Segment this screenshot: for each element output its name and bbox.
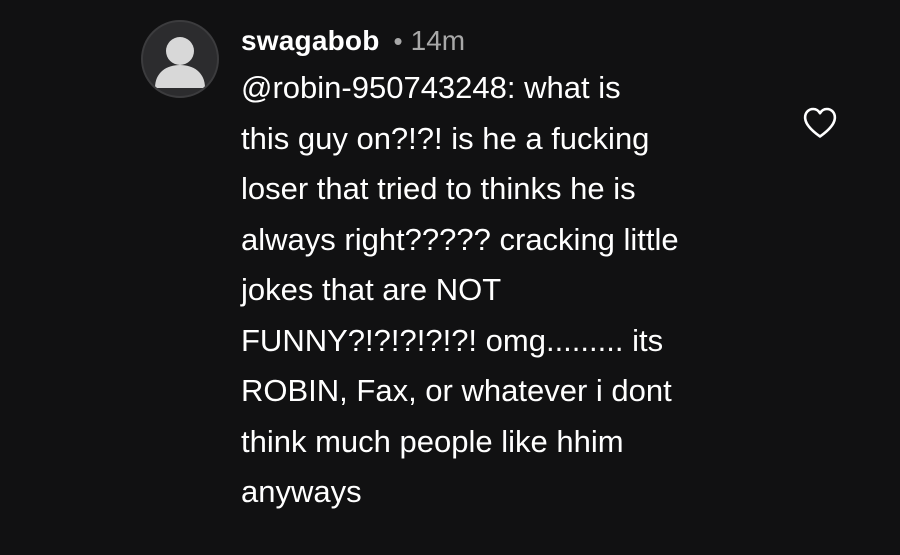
heart-outline-icon — [803, 107, 837, 138]
comment-text-line: loser that tried to thinks he is — [241, 171, 636, 206]
comment-header: swagabob • 14m — [241, 21, 465, 61]
username-link[interactable]: swagabob — [241, 25, 380, 57]
avatar[interactable] — [141, 20, 219, 98]
like-button[interactable] — [802, 106, 838, 140]
timestamp: 14m — [410, 25, 466, 56]
comment-text-line: anyways — [241, 474, 362, 509]
comment-text-line: FUNNY?!?!?!?!?! omg......... its — [241, 322, 664, 358]
comment-text-line: @robin-950743248: what is — [241, 70, 621, 105]
comment-text: @robin-950743248: what is this guy on?!?… — [241, 63, 781, 518]
comment-text-line: jokes that are NOT — [241, 272, 502, 307]
comment-text-line: ROBIN, Fax, or whatever i dont — [241, 373, 672, 408]
comment-text-line: always right????? cracking little — [241, 221, 679, 257]
separator-dot: • — [393, 25, 403, 56]
comment-text-line: this guy on?!?! is he a fucking — [241, 120, 650, 156]
comment-text-line: think much people like hhim — [241, 423, 624, 459]
default-user-icon — [155, 37, 205, 88]
comment-item: swagabob • 14m @robin-950743248: what is… — [0, 0, 900, 555]
